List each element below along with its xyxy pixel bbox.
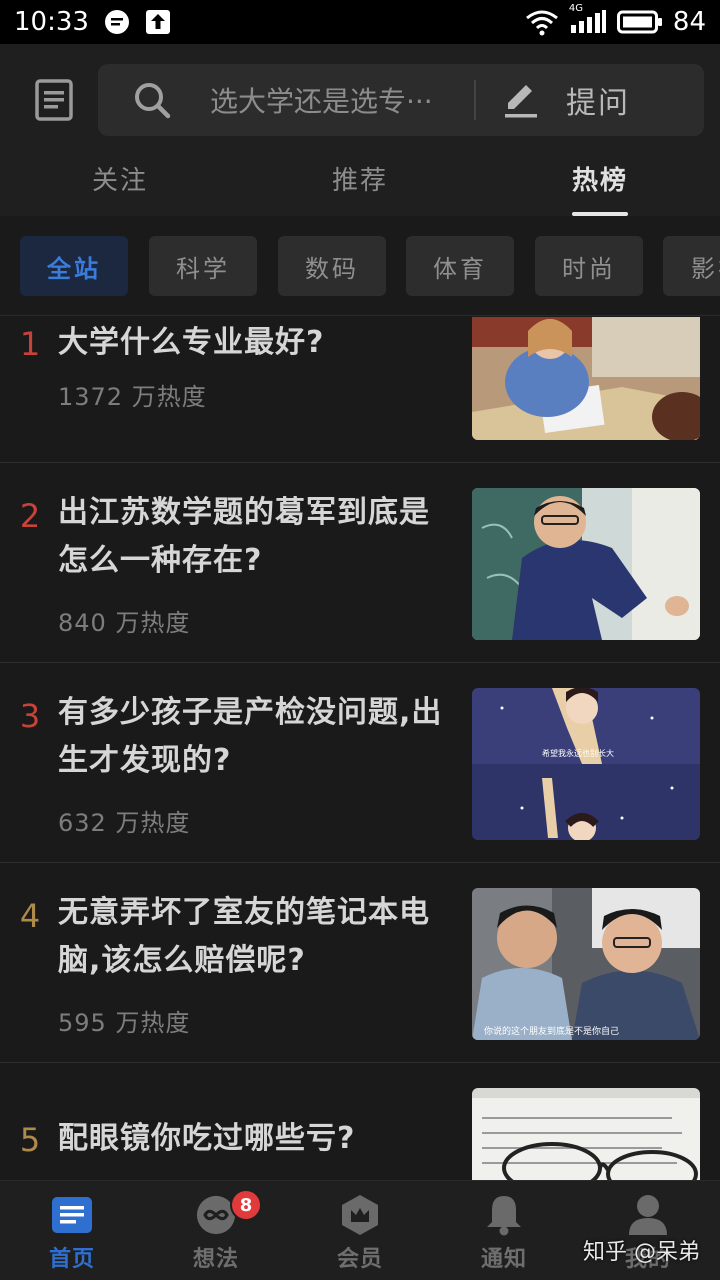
- question-thumbnail: 你说的这个朋友到底是不是你自己: [472, 888, 700, 1040]
- category-chips: 全站 科学 数码 体育 时尚 影视: [0, 216, 720, 316]
- hot-list-item[interactable]: 3 有多少孩子是产检没问题,出生才发现的? 632 万热度 希望我永远也别长大: [0, 663, 720, 863]
- question-thumbnail: [472, 488, 700, 640]
- search-divider: [474, 80, 476, 120]
- thumbnail-caption: 你说的这个朋友到底是不是你自己: [484, 1025, 619, 1037]
- heat-count: 1372 万热度: [58, 383, 207, 411]
- nav-home[interactable]: 首页: [12, 1181, 132, 1280]
- chip-sports[interactable]: 体育: [406, 236, 514, 296]
- screen: 10:33 4G 84 选大学还是选专··· 提问 关注 推荐 热榜 全站 科学…: [0, 0, 720, 1280]
- bell-icon: [484, 1195, 524, 1236]
- heat-count: 595 万热度: [58, 1009, 191, 1037]
- hot-list-item[interactable]: 2 出江苏数学题的葛军到底是怎么一种存在? 840 万热度: [0, 463, 720, 663]
- status-time: 10:33: [14, 7, 89, 37]
- document-icon: [35, 79, 73, 121]
- ask-question-button[interactable]: 提问: [502, 64, 630, 136]
- message-icon: [103, 8, 131, 36]
- profile-icon: [628, 1195, 668, 1235]
- question-title: 大学什么专业最好?: [58, 325, 325, 360]
- question-title: 有多少孩子是产检没问题,出生才发现的?: [58, 695, 443, 778]
- hot-list-item[interactable]: 4 无意弄坏了室友的笔记本电脑,该怎么赔偿呢? 595 万热度 你说的这个朋友到…: [0, 863, 720, 1063]
- network-type: 4G: [568, 3, 584, 14]
- question-thumbnail: 希望我永远也别长大: [472, 688, 700, 840]
- hot-list-item[interactable]: 5 配眼镜你吃过哪些亏?: [0, 1063, 720, 1180]
- watermark: 知乎 @呆弟: [583, 1240, 700, 1265]
- search-input[interactable]: 选大学还是选专···: [210, 80, 472, 120]
- question-title: 配眼镜你吃过哪些亏?: [58, 1121, 356, 1156]
- tab-recommend[interactable]: 推荐: [300, 160, 420, 197]
- ideas-badge: 8: [230, 1189, 262, 1221]
- home-icon: [52, 1195, 92, 1235]
- pencil-icon: [505, 85, 537, 118]
- heat-count: 632 万热度: [58, 809, 191, 837]
- nav-ideas[interactable]: 8 想法: [156, 1181, 276, 1280]
- search-icon: [132, 80, 172, 120]
- question-thumbnail: [472, 1088, 700, 1180]
- question-title: 出江苏数学题的葛军到底是怎么一种存在?: [58, 495, 430, 578]
- tab-follow[interactable]: 关注: [60, 160, 180, 197]
- nav-membership[interactable]: 会员: [300, 1181, 420, 1280]
- rank-number: 5: [19, 1121, 41, 1159]
- hot-list-item[interactable]: 1 大学什么专业最好? 1372 万热度: [0, 317, 720, 463]
- top-header: 选大学还是选专··· 提问 关注 推荐 热榜: [0, 44, 720, 216]
- heat-count: 840 万热度: [58, 609, 191, 637]
- thumbnail-caption: 希望我永远也别长大: [542, 748, 614, 758]
- signal-icon: 4G: [569, 3, 607, 35]
- hot-list: 1 大学什么专业最好? 1372 万热度 2 出江苏数学题的葛军到底是怎么一种存…: [0, 317, 720, 1180]
- nav-ideas-label: 想法: [192, 1247, 239, 1272]
- rank-number: 4: [19, 897, 41, 935]
- rank-number: 3: [19, 697, 41, 735]
- nav-home-label: 首页: [48, 1247, 95, 1272]
- chip-film[interactable]: 影视: [663, 236, 720, 296]
- tab-hot-list[interactable]: 热榜: [540, 160, 660, 197]
- battery-icon: [616, 10, 663, 34]
- nav-notifications[interactable]: 通知: [444, 1181, 564, 1280]
- status-bar: 10:33 4G 84: [0, 0, 720, 44]
- chip-all[interactable]: 全站: [20, 236, 128, 296]
- search-bar[interactable]: 选大学还是选专··· 提问: [98, 64, 704, 136]
- drafts-button[interactable]: [30, 76, 78, 124]
- chip-fashion[interactable]: 时尚: [535, 236, 643, 296]
- crown-icon: [340, 1195, 380, 1235]
- question-thumbnail: [472, 317, 700, 440]
- ask-question-label: 提问: [566, 86, 630, 121]
- upload-icon: [145, 9, 171, 35]
- question-title: 无意弄坏了室友的笔记本电脑,该怎么赔偿呢?: [58, 895, 430, 978]
- nav-membership-label: 会员: [336, 1247, 383, 1272]
- chip-digital[interactable]: 数码: [278, 236, 386, 296]
- wifi-icon: [525, 8, 559, 36]
- rank-number: 1: [19, 325, 41, 363]
- chip-science[interactable]: 科学: [149, 236, 257, 296]
- battery-level: 84: [672, 7, 706, 37]
- nav-notifications-label: 通知: [480, 1247, 527, 1272]
- rank-number: 2: [19, 497, 41, 535]
- feed-tabs: 关注 推荐 热榜: [0, 152, 720, 216]
